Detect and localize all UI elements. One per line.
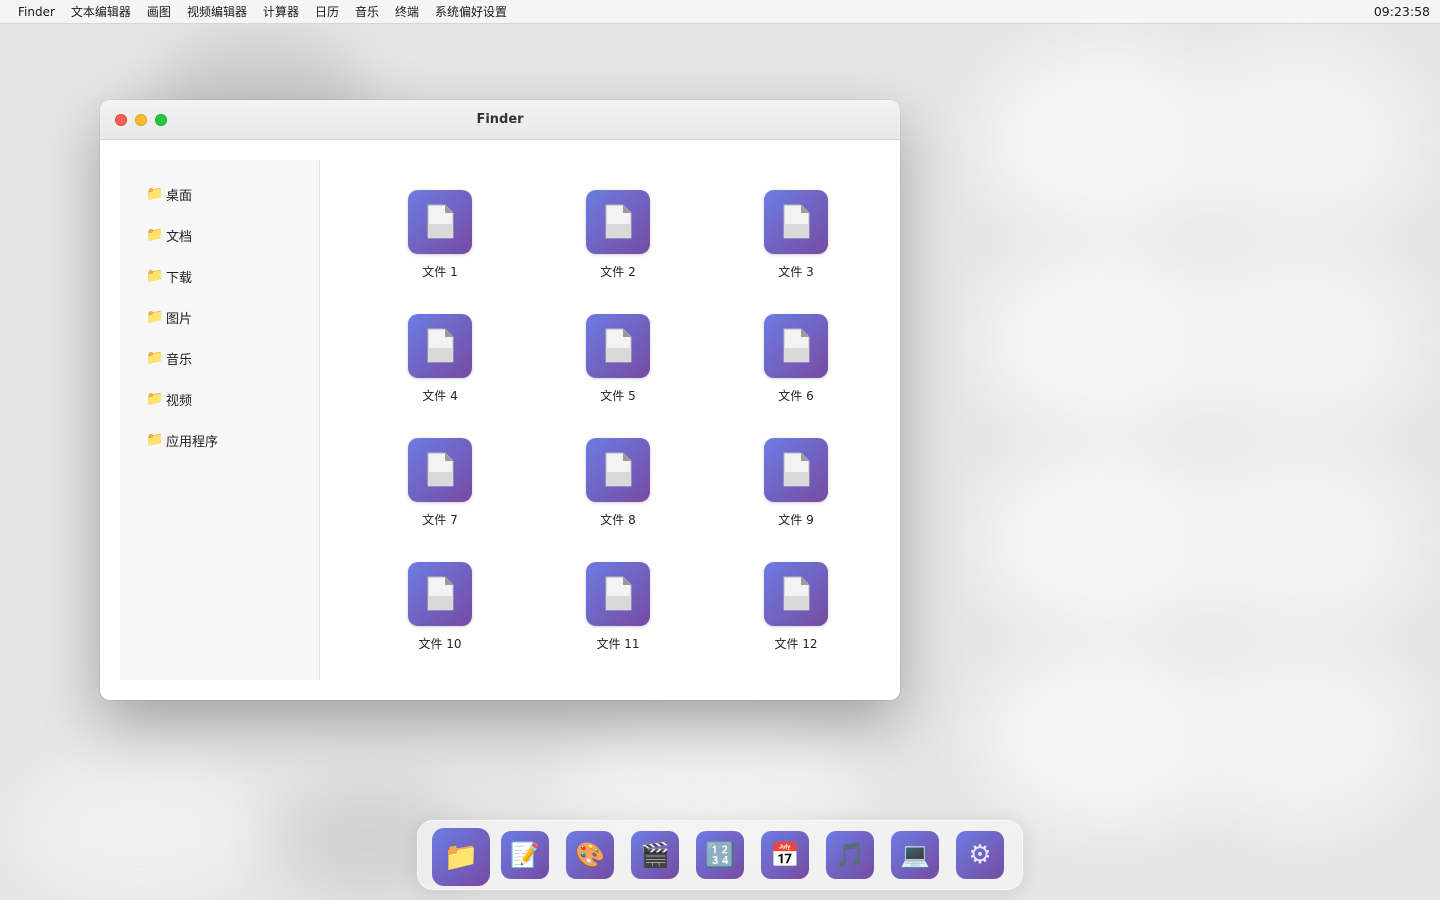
file-item[interactable]: 文件 12: [746, 562, 846, 662]
sidebar-item-label: 文档: [166, 229, 193, 245]
menu-item-text-editor[interactable]: 文本编辑器: [63, 0, 139, 24]
folder-icon: 📁: [146, 309, 164, 325]
file-label: 文件 10: [418, 637, 462, 651]
dock: 📁 📝 🎨 🎬 🔢 📅 🎵 💻 ⚙: [417, 820, 1023, 890]
document-icon: [408, 190, 472, 254]
folder-icon: 📁: [146, 268, 164, 284]
menu-item-calendar[interactable]: 日历: [307, 0, 347, 24]
palette-icon: 🎨: [575, 841, 605, 869]
file-label: 文件 1: [422, 265, 458, 279]
menu-item-video-editor[interactable]: 视频编辑器: [179, 0, 255, 24]
document-icon: [408, 314, 472, 378]
window-title: Finder: [476, 112, 524, 127]
file-label: 文件 5: [600, 389, 636, 403]
sidebar-item-music[interactable]: 📁 音乐: [146, 346, 192, 370]
sidebar-item-videos[interactable]: 📁 视频: [146, 387, 192, 411]
file-item[interactable]: 文件 5: [568, 314, 668, 414]
dock-app-music[interactable]: 🎵: [826, 831, 874, 879]
document-icon: [764, 562, 828, 626]
sidebar-item-applications[interactable]: 📁 应用程序: [146, 428, 218, 452]
folder-icon: 📁: [146, 391, 164, 407]
sidebar-item-label: 下载: [166, 270, 193, 286]
file-label: 文件 9: [778, 513, 814, 527]
file-item[interactable]: 文件 7: [390, 438, 490, 538]
file-item[interactable]: 文件 11: [568, 562, 668, 662]
file-label: 文件 8: [600, 513, 636, 527]
folder-icon: 📁: [146, 227, 164, 243]
dock-app-system-preferences[interactable]: ⚙: [956, 831, 1004, 879]
menu-item-paint[interactable]: 画图: [139, 0, 179, 24]
dock-app-finder[interactable]: 📁: [432, 828, 490, 886]
dock-app-paint[interactable]: 🎨: [566, 831, 614, 879]
menu-bar-clock: 09:23:58: [1373, 4, 1430, 19]
file-label: 文件 4: [422, 389, 458, 403]
file-label: 文件 6: [778, 389, 814, 403]
document-icon: [408, 438, 472, 502]
numbers-icon: 🔢: [705, 841, 735, 869]
laptop-icon: 💻: [900, 841, 930, 869]
sidebar-item-downloads[interactable]: 📁 下载: [146, 264, 192, 288]
calendar-icon: 📅: [770, 841, 800, 869]
menu-item-finder[interactable]: Finder: [0, 0, 63, 24]
file-label: 文件 2: [600, 265, 636, 279]
folder-icon: 📁: [443, 840, 479, 873]
document-icon: [408, 562, 472, 626]
window-titlebar[interactable]: Finder: [100, 100, 900, 140]
file-label: 文件 11: [596, 637, 640, 651]
file-item[interactable]: 文件 8: [568, 438, 668, 538]
menu-item-music[interactable]: 音乐: [347, 0, 387, 24]
sidebar-item-desktop[interactable]: 📁 桌面: [146, 182, 192, 206]
document-icon: [586, 562, 650, 626]
sidebar: 📁 桌面 📁 文档 📁 下载 📁 图片 📁 音乐 📁 视频 📁 应用程序: [120, 160, 320, 680]
file-grid: 文件 1 文件 2 文件 3 文件 4 文件 5 文件 6 文件 7 文件 8 文件 9 文件 1…: [320, 140, 900, 700]
dock-app-calendar[interactable]: 📅: [761, 831, 809, 879]
document-icon: [764, 314, 828, 378]
clapper-icon: 🎬: [640, 841, 670, 869]
file-item[interactable]: 文件 10: [390, 562, 490, 662]
music-note-icon: 🎵: [835, 841, 865, 869]
file-label: 文件 3: [778, 265, 814, 279]
document-icon: [586, 190, 650, 254]
sidebar-item-label: 音乐: [166, 352, 193, 368]
file-item[interactable]: 文件 1: [390, 190, 490, 290]
dock-app-calculator[interactable]: 🔢: [696, 831, 744, 879]
dock-app-terminal[interactable]: 💻: [891, 831, 939, 879]
document-icon: [764, 190, 828, 254]
menu-item-terminal[interactable]: 终端: [387, 0, 427, 24]
finder-window: Finder 📁 桌面 📁 文档 📁 下载 📁 图片 📁 音乐 📁 视频 📁 应…: [100, 100, 900, 700]
file-item[interactable]: 文件 4: [390, 314, 490, 414]
document-icon: [764, 438, 828, 502]
dock-app-video-editor[interactable]: 🎬: [631, 831, 679, 879]
menu-item-system-preferences[interactable]: 系统偏好设置: [427, 0, 515, 24]
folder-icon: 📁: [146, 350, 164, 366]
menu-bar: Finder 文本编辑器 画图 视频编辑器 计算器 日历 音乐 终端 系统偏好设…: [0, 0, 1440, 24]
sidebar-item-label: 视频: [166, 393, 193, 409]
folder-icon: 📁: [146, 432, 164, 448]
dock-app-text-editor[interactable]: 📝: [501, 831, 549, 879]
document-icon: [586, 438, 650, 502]
document-icon: [586, 314, 650, 378]
file-item[interactable]: 文件 3: [746, 190, 846, 290]
menu-item-calculator[interactable]: 计算器: [255, 0, 307, 24]
sidebar-item-label: 图片: [166, 311, 193, 327]
sidebar-item-label: 桌面: [166, 188, 193, 204]
sidebar-item-label: 应用程序: [166, 434, 219, 450]
file-item[interactable]: 文件 9: [746, 438, 846, 538]
file-item[interactable]: 文件 2: [568, 190, 668, 290]
gear-icon: ⚙: [968, 840, 992, 870]
sidebar-item-pictures[interactable]: 📁 图片: [146, 305, 192, 329]
file-label: 文件 12: [774, 637, 818, 651]
file-item[interactable]: 文件 6: [746, 314, 846, 414]
file-label: 文件 7: [422, 513, 458, 527]
sidebar-item-documents[interactable]: 📁 文档: [146, 223, 192, 247]
folder-icon: 📁: [146, 186, 164, 202]
memo-icon: 📝: [510, 841, 540, 869]
